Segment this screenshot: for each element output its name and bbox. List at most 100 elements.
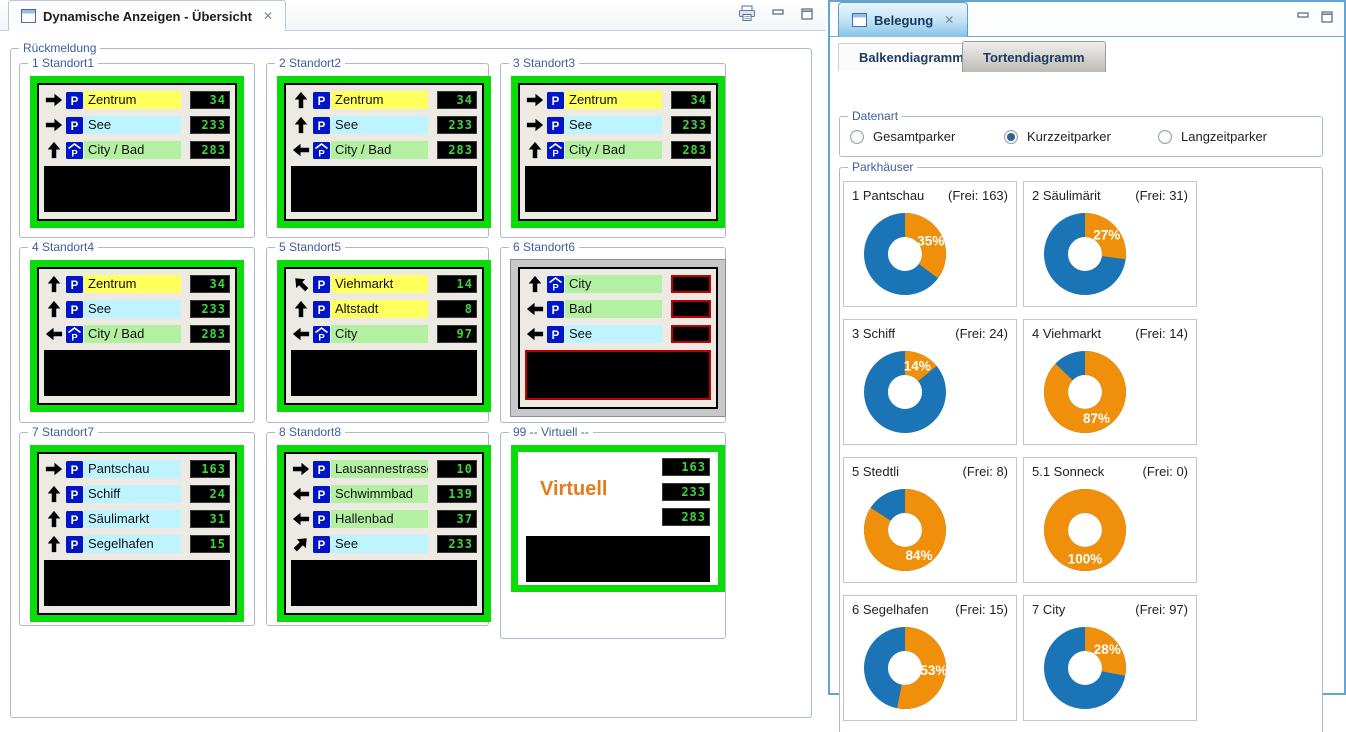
parkhaeuser-group: Parkhäuser 1 Pantschau(Frei: 163)35%2 Sä…: [839, 167, 1323, 732]
tab-belegung[interactable]: Belegung ✕: [838, 2, 968, 37]
radio-icon[interactable]: [1004, 130, 1018, 144]
sign-display: PCityPBadPSee: [511, 260, 725, 416]
sign-blank-panel: [526, 536, 710, 582]
sign-destination-label: See: [84, 300, 181, 318]
parking-icon: P: [66, 486, 83, 503]
standort-group: 4 Standort4PZentrum34PSee233PCity / Bad2…: [19, 247, 255, 423]
close-icon[interactable]: ✕: [263, 9, 273, 23]
occupancy-donut-chart: 14%: [856, 343, 954, 441]
occupancy-donut-chart: 28%: [1036, 619, 1134, 717]
sign-row: PCity: [525, 275, 711, 293]
maximize-icon[interactable]: [1321, 11, 1334, 23]
minimize-icon[interactable]: [772, 8, 785, 19]
parkhaus-name: 3 Schiff: [852, 326, 895, 341]
parkhaus-card: 1 Pantschau(Frei: 163)35%: [843, 181, 1017, 307]
parking-icon: P: [66, 92, 83, 109]
parking-icon: P: [66, 511, 83, 528]
sign-destination-label: Zentrum: [84, 91, 181, 109]
arrow-up-icon: [292, 115, 310, 135]
sign-row: PAltstadt8: [291, 300, 477, 318]
sign-value-display: 34: [190, 275, 230, 293]
standort-group-title: 1 Standort1: [28, 56, 98, 70]
radio-kurzzeitparker[interactable]: Kurzzeitparker: [1004, 129, 1158, 144]
sign-value-display: 14: [437, 275, 477, 293]
svg-text:P: P: [318, 540, 326, 552]
standort-group: 7 Standort7PPantschau163PSchiff24PSäulim…: [19, 432, 255, 626]
parking-icon: P: [547, 326, 564, 343]
sign-blank-panel: [291, 350, 477, 396]
sign-row: PCity97: [291, 325, 477, 343]
radio-gesamtparker[interactable]: Gesamtparker: [850, 129, 1004, 144]
parkhaus-card: 7 City(Frei: 97)28%: [1023, 595, 1197, 721]
arrow-up-icon: [45, 484, 63, 504]
parking-icon: P: [313, 511, 330, 528]
sign-destination-label: City / Bad: [565, 141, 662, 159]
left-view-body: Rückmeldung 1 Standort1PZentrum34PSee233…: [0, 31, 826, 695]
sign-value-display: 233: [190, 116, 230, 134]
parkhaeuser-cards-grid: 1 Pantschau(Frei: 163)35%2 Säulimärit(Fr…: [843, 181, 1197, 721]
sign-value-display: 233: [190, 300, 230, 318]
close-icon[interactable]: ✕: [944, 13, 954, 27]
standort-group: 5 Standort5PViehmarkt14PAltstadt8PCity97: [266, 247, 489, 423]
sign-destination-label: Lausannestrasse: [331, 460, 428, 478]
arrow-up-left-icon: [288, 271, 315, 298]
occupancy-percent-label: 27%: [1093, 227, 1120, 242]
svg-text:P: P: [71, 490, 79, 502]
standort-group-title: 4 Standort4: [28, 240, 98, 254]
sign-row: PBad: [525, 300, 711, 318]
sign-value-display: 163: [662, 458, 710, 476]
sign-value-display: 233: [437, 535, 477, 553]
sign-blank-panel: [291, 166, 477, 212]
sign-value-display: 97: [437, 325, 477, 343]
occupancy-percent-label: 100%: [1068, 552, 1103, 567]
sign-destination-label: Viehmarkt: [331, 275, 428, 293]
parking-icon: P: [313, 536, 330, 553]
right-view-tab-strip: Belegung ✕: [830, 2, 1344, 37]
occupancy-percent-label: 14%: [904, 358, 931, 373]
arrow-right-icon: [291, 460, 311, 478]
parkhaus-card-header: 4 Viehmarkt(Frei: 14): [1032, 326, 1188, 341]
sign-row: PSee233: [44, 116, 230, 134]
covered-parking-icon: P: [313, 326, 330, 343]
standort-group: 99 -- Virtuell -- Virtuell 163233283: [500, 432, 726, 639]
arrow-up-icon: [45, 274, 63, 294]
radio-langzeitparker[interactable]: Langzeitparker: [1158, 129, 1312, 144]
tab-dynamische-anzeigen[interactable]: Dynamische Anzeigen - Übersicht ✕: [8, 0, 286, 31]
arrow-right-icon: [44, 116, 64, 134]
arrow-left-icon: [291, 141, 311, 159]
sign-display: PLausannestrasse10PSchwimmbad139PHallenb…: [277, 445, 491, 622]
radio-icon[interactable]: [1158, 130, 1172, 144]
virtual-sign-values: 163233283: [653, 458, 710, 526]
sign-row: PSee 233: [44, 300, 230, 318]
parking-icon: P: [313, 301, 330, 318]
sign-row: PPantschau163: [44, 460, 230, 478]
maximize-icon[interactable]: [801, 8, 814, 20]
parking-icon: P: [66, 301, 83, 318]
standort-group-title: 7 Standort7: [28, 425, 98, 439]
datenart-group-label: Datenart: [848, 109, 902, 123]
sign-row: PSee233: [525, 116, 711, 134]
sign-row: PLausannestrasse10: [291, 460, 477, 478]
occupancy-donut-chart: 87%: [1036, 343, 1134, 441]
sign-value-display: [671, 300, 711, 318]
sign-destination-label: Schiff: [84, 485, 181, 503]
standort-group-title: 5 Standort5: [275, 240, 345, 254]
tab-tortendiagramm[interactable]: Tortendiagramm: [962, 41, 1106, 72]
sign-destination-label: City / Bad: [84, 141, 181, 159]
svg-text:P: P: [318, 121, 326, 133]
parkhaus-card: 5.1 Sonneck(Frei: 0)100%: [1023, 457, 1197, 583]
svg-text:P: P: [71, 332, 78, 343]
sign-value-display: 163: [190, 460, 230, 478]
minimize-icon[interactable]: [1297, 11, 1310, 23]
sign-display: PPantschau163PSchiff24PSäulimarkt31PSege…: [30, 445, 244, 622]
parkhaus-card-header: 1 Pantschau(Frei: 163): [852, 188, 1008, 203]
standort-group-title: 6 Standort6: [509, 240, 579, 254]
parking-icon: P: [547, 92, 564, 109]
sign-row: PSchwimmbad139: [291, 485, 477, 503]
parking-icon: P: [66, 461, 83, 478]
occupancy-donut-chart: 84%: [856, 481, 954, 579]
print-icon[interactable]: [738, 5, 756, 22]
right-tab-title: Belegung: [874, 13, 933, 28]
radio-icon[interactable]: [850, 130, 864, 144]
svg-text:P: P: [318, 305, 326, 317]
